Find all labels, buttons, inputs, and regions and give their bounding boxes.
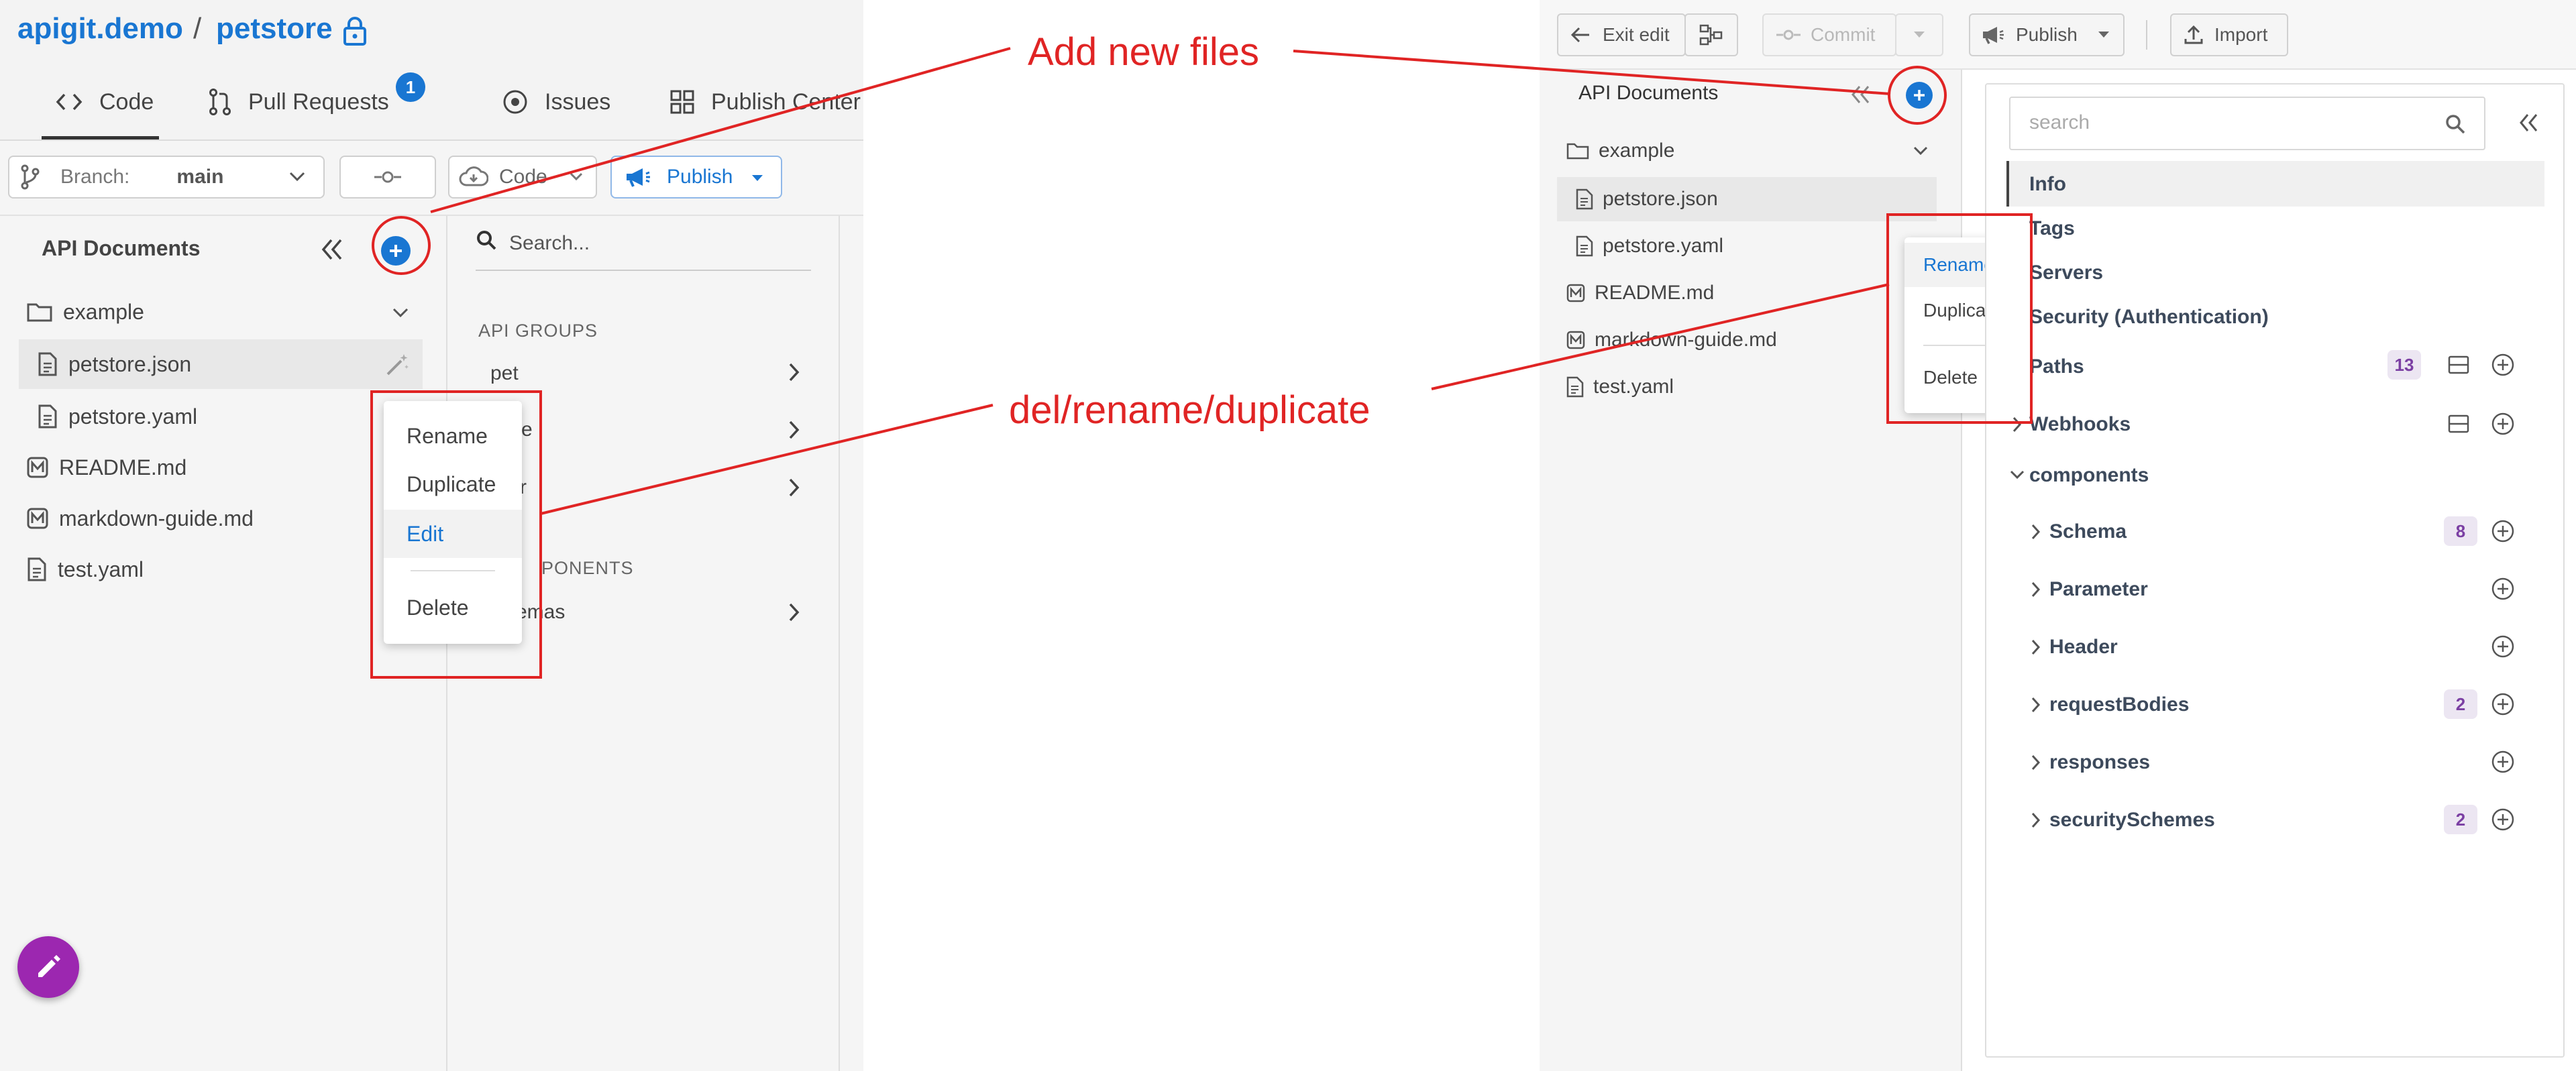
annotation-line-add-left bbox=[430, 47, 1011, 213]
annotation-overlay bbox=[370, 47, 2033, 679]
annotation-circle-left-add bbox=[372, 216, 431, 275]
annotation-box-left-menu bbox=[370, 390, 542, 679]
annotation-line-add-right bbox=[1293, 50, 1891, 95]
annotation-box-right-menu bbox=[1886, 213, 2033, 424]
annotation-line-del-left bbox=[540, 404, 994, 515]
annotation-line-del-right bbox=[1431, 283, 1890, 390]
annotation-del-rename-duplicate: del/rename/duplicate bbox=[1009, 388, 1371, 432]
annotation-add-new-files: Add new files bbox=[1028, 30, 1259, 74]
annotation-circle-right-add bbox=[1888, 66, 1947, 125]
